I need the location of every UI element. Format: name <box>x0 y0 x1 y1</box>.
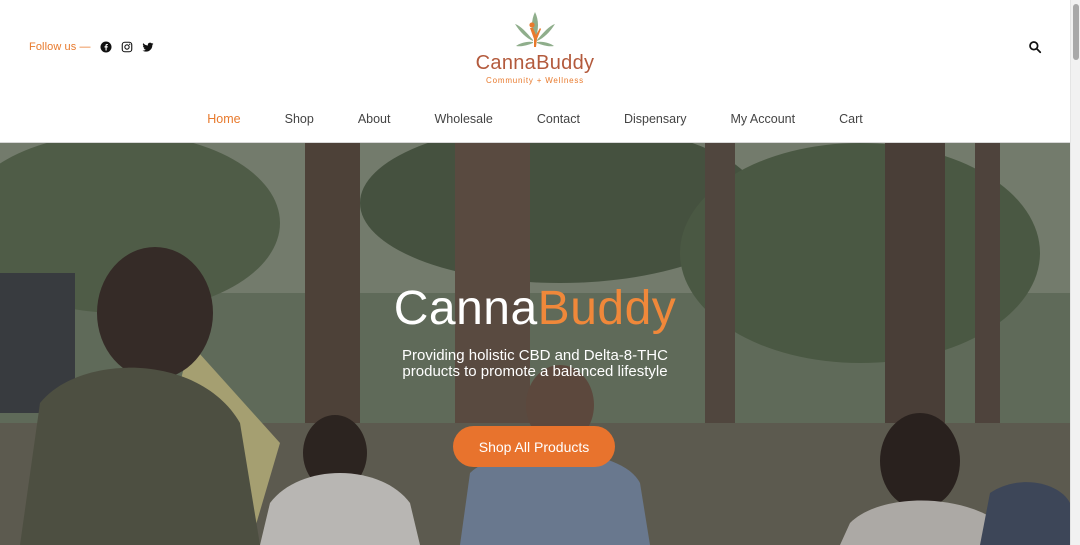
hero-subtitle-line-1: Providing holistic CBD and Delta-8-THC <box>402 347 668 364</box>
main-nav: Home Shop About Wholesale Contact Dispen… <box>0 109 1070 129</box>
instagram-icon[interactable] <box>120 40 134 54</box>
logo-tagline: Community + Wellness <box>486 76 584 85</box>
hero-title-buddy: Buddy <box>537 282 677 335</box>
nav-item-my-account[interactable]: My Account <box>730 112 795 126</box>
social-follow: Follow us — <box>29 40 162 54</box>
scrollbar-thumb[interactable] <box>1073 4 1079 60</box>
nav-item-wholesale[interactable]: Wholesale <box>434 112 492 126</box>
shop-all-products-button[interactable]: Shop All Products <box>453 426 615 467</box>
site-header: Follow us — CannaBuddy Community + Welln… <box>0 0 1070 143</box>
page-scrollbar[interactable] <box>1070 0 1080 545</box>
nav-item-about[interactable]: About <box>358 112 391 126</box>
nav-item-cart[interactable]: Cart <box>839 112 863 126</box>
hero-subtitle-line-2: products to promote a balanced lifestyle <box>402 363 668 380</box>
nav-item-shop[interactable]: Shop <box>285 112 314 126</box>
follow-label: Follow us — <box>29 41 91 53</box>
nav-item-dispensary[interactable]: Dispensary <box>624 112 687 126</box>
hero-title-canna: Canna <box>393 282 538 335</box>
nav-item-home[interactable]: Home <box>207 112 240 126</box>
hero-title: CannaBuddy <box>0 281 1070 336</box>
twitter-icon[interactable] <box>141 40 155 54</box>
hero-overlay <box>0 143 1070 545</box>
nav-item-contact[interactable]: Contact <box>537 112 580 126</box>
facebook-icon[interactable] <box>99 40 113 54</box>
hero-subtitle: Providing holistic CBD and Delta-8-THC p… <box>385 348 685 380</box>
search-icon[interactable] <box>1028 40 1042 54</box>
cannabis-leaf-logo-icon <box>515 12 555 47</box>
hero-banner: CannaBuddy Providing holistic CBD and De… <box>0 143 1070 545</box>
logo-name: CannaBuddy <box>475 52 595 74</box>
site-logo[interactable]: CannaBuddy Community + Wellness <box>470 10 600 90</box>
